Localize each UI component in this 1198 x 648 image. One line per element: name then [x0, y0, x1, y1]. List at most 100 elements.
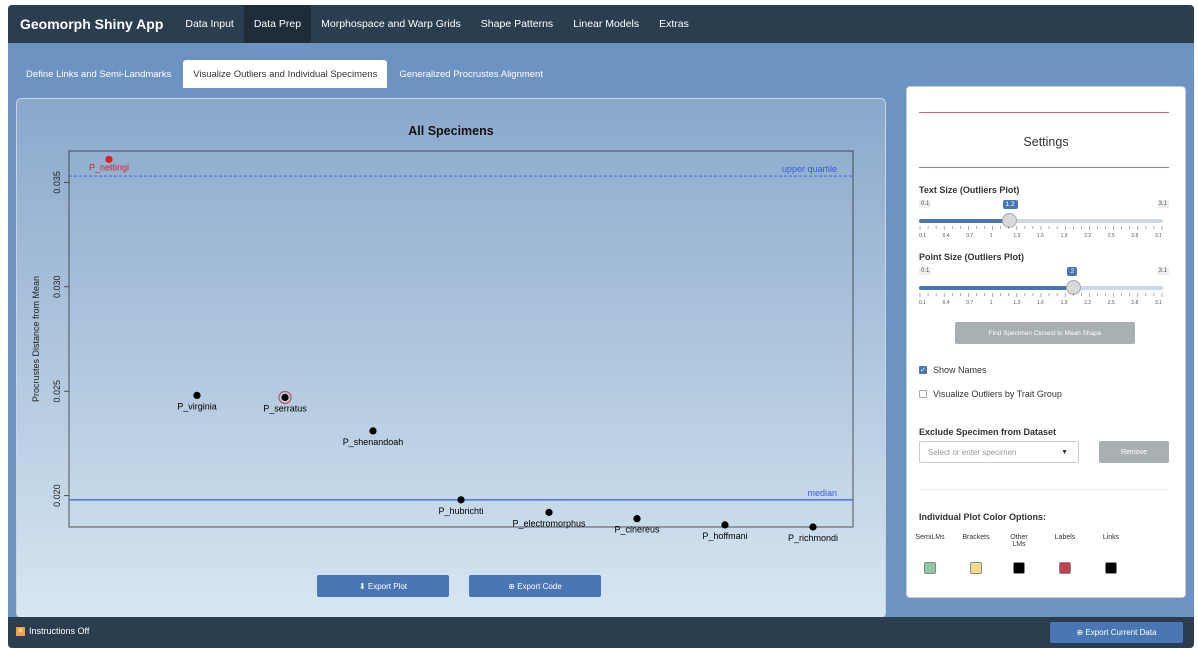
settings-divider-bottom [919, 167, 1169, 168]
slider-tick-label: 1.6 [1037, 233, 1044, 239]
point-label: P_hubrichti [438, 506, 483, 516]
color-col-semilms: SemiLMs [915, 534, 945, 541]
point-size-label: Point Size (Outliers Plot) [919, 252, 1025, 262]
swatch-semilms[interactable] [924, 562, 936, 574]
y-axis-label: Procrustes Distance from Mean [31, 276, 41, 402]
swatch-links[interactable] [1105, 562, 1117, 574]
slider-tick-label: 2.5 [1107, 300, 1115, 306]
slider-ticks [919, 226, 1163, 230]
slider-tick-label: 2.5 [1107, 233, 1115, 239]
slider-ticks [919, 293, 1163, 297]
slider-min: 0.1 [919, 267, 932, 275]
exclude-label: Exclude Specimen from Dataset [919, 427, 1057, 437]
text-size-slider[interactable]: 0.1 3.1 1.2 0.1 0.4 0.7 1 1.3 1.6 1.9 2.2 2.5 2.8… [919, 200, 1169, 240]
visualize-outliers-row[interactable]: Visualize Outliers by Trait Group [919, 389, 1062, 399]
slider-tick-label: 2.2 [1084, 300, 1092, 306]
slider-tick-label: 2.8 [1131, 233, 1139, 239]
slider-tick-label: 0.4 [942, 233, 950, 239]
data-point [809, 523, 817, 531]
slider-tick-label: 1.9 [1060, 233, 1068, 239]
nav-data-prep[interactable]: Data Prep [243, 5, 312, 43]
app-window: Geomorph Shiny App Data Input Data Prep … [8, 5, 1194, 648]
slider-value: 1.2 [1002, 200, 1018, 209]
navbar: Geomorph Shiny App Data Input Data Prep … [8, 5, 1194, 43]
swatch-brackets[interactable] [970, 562, 982, 574]
slider-tick-label: 1.6 [1037, 300, 1044, 306]
swatch-other-lms[interactable] [1013, 562, 1025, 574]
point-label: P_cinereus [614, 525, 660, 535]
slider-min: 0.1 [919, 200, 932, 208]
plot-panel: All Specimens 0.020 0.025 0.030 0.035 Procru… [16, 98, 886, 618]
color-options-label: Individual Plot Color Options: [919, 512, 1046, 522]
y-tick-label: 0.030 [52, 276, 62, 299]
slider-tick-label: 0.1 [919, 233, 926, 239]
slider-tick-label: 3.1 [1155, 233, 1162, 239]
point-size-slider[interactable]: 0.1 3.1 2 0.1 0.4 0.7 1 1.3 1.6 1.9 2.2 2.5 2.8 3.… [919, 267, 1169, 307]
chevron-down-icon: ▼ [1061, 449, 1068, 456]
show-names-row[interactable]: ✓ Show Names [919, 365, 987, 375]
slider-tick-label: 2.2 [1084, 233, 1092, 239]
footer-bar: ✕ Instructions Off ⊕ Export Current Data [8, 617, 1194, 648]
data-point [545, 508, 553, 516]
exclude-placeholder: Select or enter specimen [928, 447, 1017, 457]
find-closest-specimen-button[interactable]: Find Specimen Closest to Mean Shape [955, 322, 1135, 344]
slider-tick-label: 3.1 [1155, 300, 1162, 306]
nav-shape-patterns[interactable]: Shape Patterns [471, 5, 563, 43]
remove-button[interactable]: Remove [1099, 441, 1169, 463]
swatch-labels[interactable] [1059, 562, 1071, 574]
y-tick-label: 0.025 [52, 380, 62, 403]
text-size-label: Text Size (Outliers Plot) [919, 185, 1020, 195]
visualize-outliers-label: Visualize Outliers by Trait Group [933, 389, 1062, 399]
nav-morphospace[interactable]: Morphospace and Warp Grids [311, 5, 471, 43]
app-brand: Geomorph Shiny App [20, 16, 164, 32]
slider-tick-label: 1 [989, 233, 993, 239]
point-label: P_serratus [263, 403, 307, 413]
slider-value: 2 [1067, 267, 1078, 276]
y-tick-label: 0.035 [52, 171, 62, 194]
subtabs: Define Links and Semi-Landmarks Visualiz… [16, 60, 555, 88]
settings-divider-top [919, 112, 1169, 113]
tab-visualize-outliers[interactable]: Visualize Outliers and Individual Specim… [183, 60, 388, 88]
data-point [193, 391, 201, 399]
color-col-labels: Labels [1054, 534, 1076, 541]
point-label: P_electromorphus [512, 518, 586, 528]
tab-gpa[interactable]: Generalized Procrustes Alignment [389, 60, 553, 88]
nav-extras[interactable]: Extras [649, 5, 699, 43]
export-code-button[interactable]: ⊕ Export Code [469, 575, 601, 597]
slider-tick-label: 1 [989, 300, 993, 306]
slider-fill [919, 286, 1074, 290]
close-icon: ✕ [16, 626, 25, 636]
settings-panel: Settings Text Size (Outliers Plot) 0.1 3… [906, 86, 1186, 598]
reference-line-label: upper quartile [782, 164, 837, 174]
tab-define-links[interactable]: Define Links and Semi-Landmarks [16, 60, 181, 88]
slider-tick-label: 0.7 [966, 233, 974, 239]
visualize-outliers-checkbox[interactable] [919, 390, 927, 398]
outliers-plot: 0.020 0.025 0.030 0.035 Procrustes Distance … [31, 150, 854, 543]
show-names-checkbox[interactable]: ✓ [919, 366, 927, 374]
data-point [281, 393, 289, 402]
export-current-data-button[interactable]: ⊕ Export Current Data [1050, 622, 1183, 643]
color-col-other-lms: Other LMs [1010, 534, 1028, 548]
y-tick-label: 0.020 [52, 484, 62, 507]
instructions-toggle[interactable]: ✕ Instructions Off [16, 626, 89, 636]
reference-line-label: median [807, 488, 837, 498]
slider-max: 3.1 [1156, 200, 1169, 208]
plot-frame [68, 150, 854, 528]
data-point [457, 496, 465, 504]
data-point [633, 515, 641, 523]
point-label: P_richmondi [788, 533, 838, 543]
slider-max: 3.1 [1156, 267, 1169, 275]
slider-tick-label: 0.7 [966, 300, 974, 306]
settings-title: Settings [1023, 135, 1069, 149]
slider-tick-label: 0.1 [919, 300, 926, 306]
color-col-links: Links [1102, 534, 1120, 541]
nav-data-input[interactable]: Data Input [175, 5, 243, 43]
data-point [369, 427, 377, 435]
nav-linear-models[interactable]: Linear Models [563, 5, 649, 43]
exclude-specimen-select[interactable]: Select or enter specimen ▼ [919, 441, 1079, 463]
slider-tick-label: 1.3 [1013, 300, 1021, 306]
divider [919, 489, 1169, 490]
data-point [721, 521, 729, 529]
export-plot-button[interactable]: ⬇ Export Plot [317, 575, 449, 597]
slider-tick-label: 1.9 [1060, 300, 1068, 306]
